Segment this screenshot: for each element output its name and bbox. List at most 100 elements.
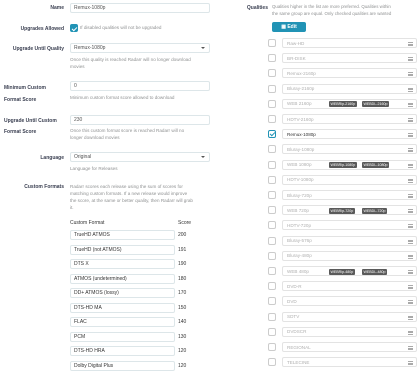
quality-name: HDTV-2160p: [287, 116, 314, 122]
quality-row[interactable]: DVD: [282, 296, 417, 307]
quality-checkbox[interactable]: [268, 206, 276, 215]
quality-checkbox[interactable]: [268, 236, 276, 245]
drag-handle-icon[interactable]: [408, 72, 413, 77]
drag-handle-icon[interactable]: [408, 209, 413, 214]
quality-checkbox[interactable]: [268, 145, 276, 154]
drag-handle-icon[interactable]: [408, 118, 413, 122]
drag-handle-icon[interactable]: [408, 178, 413, 183]
quality-row[interactable]: WEB 720p WEBRip-720p WEBDL-720p: [282, 205, 417, 216]
quality-row[interactable]: BR-DISK: [282, 53, 417, 64]
drag-handle-icon[interactable]: [408, 102, 413, 107]
drag-handle-icon[interactable]: [408, 148, 413, 153]
quality-checkbox[interactable]: [268, 358, 276, 367]
drag-handle-icon[interactable]: [408, 163, 413, 168]
quality-checkbox[interactable]: [268, 251, 276, 260]
quality-row[interactable]: DVDSCR: [282, 326, 417, 337]
quality-row[interactable]: TELECINE: [282, 357, 417, 368]
name-input[interactable]: Remux-1080p: [70, 3, 210, 13]
quality-row[interactable]: Bluray-576p: [282, 235, 417, 246]
quality-checkbox[interactable]: [268, 69, 276, 78]
drag-handle-icon[interactable]: [408, 57, 413, 62]
custom-format-score[interactable]: 191: [178, 245, 208, 255]
custom-format-score[interactable]: 200: [178, 230, 208, 240]
quality-row[interactable]: Remux-2160p: [282, 68, 417, 79]
custom-format-row: DTS-HD HRA: [70, 346, 175, 356]
custom-format-score[interactable]: 140: [178, 317, 208, 327]
drag-handle-icon[interactable]: [408, 133, 413, 138]
quality-tag: WEBRip-2160p: [329, 101, 357, 108]
drag-handle-icon[interactable]: [408, 300, 413, 305]
quality-checkbox[interactable]: [268, 175, 276, 184]
quality-row[interactable]: WEB 2160p WEBRip-2160p WEBDL-2160p: [282, 98, 417, 109]
drag-handle-icon[interactable]: [408, 285, 413, 290]
quality-row[interactable]: Bluray-2160p: [282, 83, 417, 94]
upgrade-until-custom-format-score-input[interactable]: 230: [70, 115, 210, 125]
quality-checkbox[interactable]: [268, 130, 276, 139]
quality-checkbox[interactable]: [268, 99, 276, 108]
quality-row[interactable]: HDTV-720p: [282, 220, 417, 231]
custom-format-score[interactable]: 170: [178, 288, 208, 298]
quality-row[interactable]: SDTV: [282, 311, 417, 322]
custom-format-score[interactable]: 190: [178, 259, 208, 269]
minimum-custom-format-score-help: Minimum custom format score allowed to d…: [70, 95, 175, 100]
quality-row[interactable]: HDTV-2160p: [282, 114, 417, 124]
quality-checkbox[interactable]: [268, 160, 276, 169]
quality-row[interactable]: Bluray-720p: [282, 190, 417, 200]
qualities-label: Qualities: [246, 5, 268, 11]
custom-format-score[interactable]: 150: [178, 303, 208, 313]
drag-handle-icon[interactable]: [408, 330, 413, 335]
edit-groups-button[interactable]: ▦ Edit Groups: [272, 22, 306, 40]
quality-checkbox[interactable]: [268, 327, 276, 336]
quality-row[interactable]: WEB 480p WEBRip-480p WEBDL-480p: [282, 266, 417, 276]
quality-row[interactable]: Remux-1080p: [282, 129, 417, 140]
custom-format-name: PCM: [74, 333, 86, 340]
quality-name: Bluray-720p: [287, 192, 312, 198]
drag-handle-icon[interactable]: [408, 254, 413, 259]
quality-row[interactable]: WEB 1080p WEBRip-1080p WEBDL-1080p: [282, 159, 417, 170]
custom-formats-help-3: the score, at the same or better quality…: [70, 198, 193, 203]
minimum-custom-format-score-label-1: Minimum Custom: [4, 85, 46, 91]
custom-format-name: TrueHD ATMOS: [74, 232, 110, 238]
quality-checkbox[interactable]: [268, 221, 276, 230]
quality-checkbox[interactable]: [268, 39, 276, 47]
drag-handle-icon[interactable]: [408, 270, 413, 274]
quality-checkbox[interactable]: [268, 267, 276, 275]
drag-handle-icon[interactable]: [408, 87, 413, 92]
quality-row[interactable]: REGIONAL: [282, 342, 417, 352]
quality-row[interactable]: HDTV-1080p: [282, 174, 417, 185]
drag-handle-icon[interactable]: [408, 361, 413, 366]
quality-checkbox[interactable]: [268, 54, 276, 63]
quality-name: WEB 720p: [287, 207, 309, 213]
custom-format-score[interactable]: 120: [178, 361, 208, 371]
quality-checkbox[interactable]: [268, 343, 276, 351]
minimum-custom-format-score-input[interactable]: 0: [70, 81, 210, 91]
quality-row[interactable]: Bluray-1080p: [282, 144, 417, 155]
drag-handle-icon[interactable]: [408, 315, 413, 320]
drag-handle-icon[interactable]: [408, 42, 413, 46]
drag-handle-icon[interactable]: [408, 239, 413, 244]
upgrade-until-quality-select[interactable]: Remux-1080p: [70, 43, 210, 53]
quality-name: DVD-R: [287, 283, 302, 289]
upgrades-allowed-checkbox[interactable]: [70, 24, 78, 32]
drag-handle-icon[interactable]: [408, 224, 413, 229]
custom-format-name: FLAC: [74, 319, 87, 325]
quality-checkbox[interactable]: [268, 191, 276, 199]
custom-format-score[interactable]: 120: [178, 346, 208, 356]
quality-checkbox[interactable]: [268, 115, 276, 123]
custom-format-score[interactable]: 130: [178, 332, 208, 342]
quality-row[interactable]: Bluray-480p: [282, 250, 417, 261]
language-value: Original: [74, 154, 92, 160]
language-select[interactable]: Original: [70, 152, 210, 162]
quality-name: Remux-1080p: [287, 131, 316, 137]
quality-row[interactable]: Raw-HD: [282, 38, 417, 48]
quality-checkbox[interactable]: [268, 297, 276, 306]
drag-handle-icon[interactable]: [408, 194, 413, 198]
qualities-help-1: Qualities higher in the list are more pr…: [272, 4, 391, 9]
quality-checkbox[interactable]: [268, 312, 276, 321]
quality-checkbox[interactable]: [268, 282, 276, 291]
drag-handle-icon[interactable]: [408, 346, 413, 350]
quality-row[interactable]: DVD-R: [282, 281, 417, 292]
custom-format-score[interactable]: 180: [178, 274, 208, 284]
quality-checkbox[interactable]: [268, 84, 276, 93]
quality-name: HDTV-720p: [287, 222, 312, 228]
